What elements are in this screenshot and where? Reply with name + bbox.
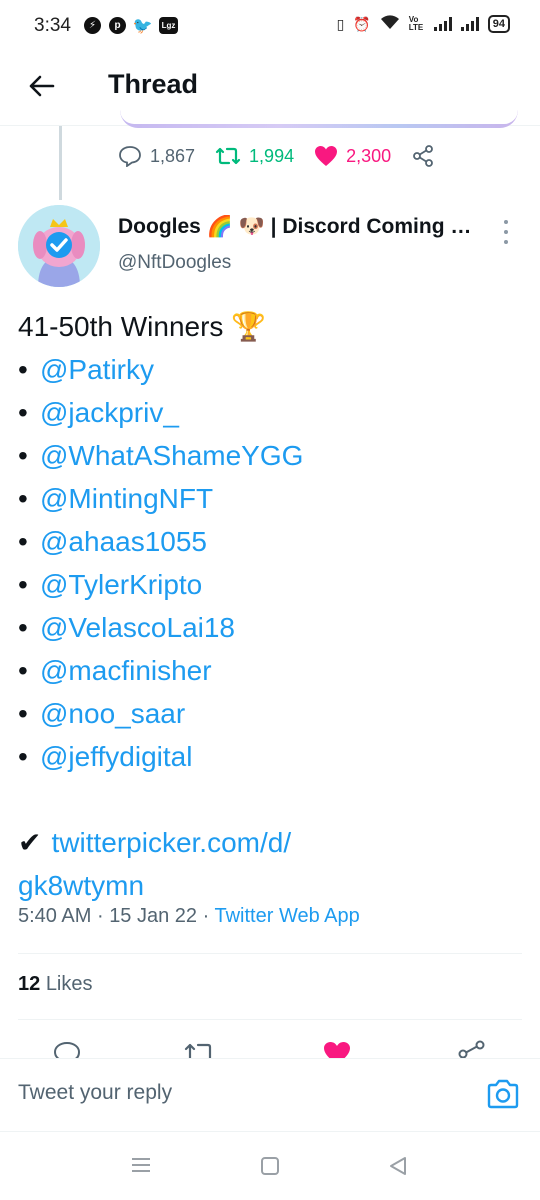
more-dot-icon (504, 220, 508, 224)
winner-mention[interactable]: @WhatAShameYGG (40, 440, 303, 471)
bullet: • (18, 698, 28, 729)
recent-apps-button[interactable] (130, 1156, 152, 1179)
signal-icon (433, 17, 452, 31)
bullet: • (18, 741, 28, 772)
author-name[interactable]: Doogles 🌈 🐶 | Discord Coming … (118, 215, 488, 239)
previous-tweet-actions: 1,867 1,994 2,300 (118, 144, 455, 168)
signal-icon (460, 17, 479, 31)
bullet: • (18, 354, 28, 385)
doogle-avatar-image (18, 205, 100, 287)
battery-indicator: 94 (487, 15, 510, 33)
divider (18, 1019, 522, 1020)
messenger-icon: ⚡ (84, 17, 101, 34)
thread-connector (59, 126, 62, 200)
likes-summary[interactable]: 12 Likes (18, 973, 93, 996)
status-time: 3:34 (34, 15, 71, 36)
retweet-icon (184, 1043, 212, 1058)
back-nav-button[interactable] (388, 1156, 408, 1181)
like-button[interactable]: 2,300 (314, 145, 391, 167)
square-icon (261, 1157, 279, 1175)
winner-mention[interactable]: @jeffydigital (40, 741, 192, 772)
winner-mention[interactable]: @noo_saar (40, 698, 185, 729)
winner-mention[interactable]: @ahaas1055 (40, 526, 207, 557)
heart-icon (315, 146, 338, 166)
reply-count: 1,867 (150, 145, 196, 166)
reply-input[interactable] (18, 1081, 418, 1105)
tweet-source[interactable]: Twitter Web App (214, 905, 359, 927)
retweet-button[interactable] (184, 1040, 216, 1058)
alarm-icon: ⏰ (353, 15, 371, 32)
heart-icon (324, 1042, 350, 1058)
pinterest-icon: p (109, 17, 126, 34)
tweet-date: 15 Jan 22 (109, 905, 198, 927)
menu-icon (132, 1158, 150, 1172)
more-dot-icon (504, 240, 508, 244)
reply-button[interactable] (52, 1040, 82, 1058)
avatar[interactable] (18, 205, 100, 287)
notification-icons: ⚡ p 🐦 Lgz (84, 17, 178, 35)
winner-mention[interactable]: @macfinisher (40, 655, 212, 686)
bullet: • (18, 483, 28, 514)
previous-tweet-media[interactable] (120, 110, 518, 128)
likes-count: 12 (18, 973, 41, 995)
check-mark-icon: ✔ (18, 827, 42, 858)
likes-label: Likes (45, 973, 93, 995)
back-button[interactable] (26, 70, 58, 102)
tweet-link[interactable]: twitterpicker.com/d/ (51, 827, 291, 858)
author-handle[interactable]: @NftDoogles (118, 252, 231, 274)
tweet-link-continued[interactable]: gk8wtymn (18, 870, 144, 901)
wifi-icon (380, 15, 400, 33)
tweet-meta: 5:40 AM · 15 Jan 22 · Twitter Web App (18, 905, 360, 928)
tweet-time: 5:40 AM (18, 905, 92, 927)
twitter-icon: 🐦 (132, 17, 153, 35)
camera-icon (487, 1079, 519, 1109)
bullet: • (18, 526, 28, 557)
volte-icon: Vo LTE (408, 15, 424, 32)
system-nav-bar (0, 1132, 540, 1200)
tweet-actions (0, 1036, 540, 1058)
winner-mention[interactable]: @TylerKripto (40, 569, 202, 600)
camera-button[interactable] (486, 1079, 520, 1109)
divider (18, 953, 522, 954)
winner-mention[interactable]: @jackpriv_ (40, 397, 179, 428)
bullet: • (18, 612, 28, 643)
bullet: • (18, 440, 28, 471)
bullet: • (18, 655, 28, 686)
home-button[interactable] (260, 1156, 280, 1181)
retweet-button[interactable]: 1,994 (215, 145, 294, 167)
winner-mention[interactable]: @VelascoLai18 (40, 612, 235, 643)
app-icon: Lgz (159, 17, 178, 34)
like-button[interactable] (322, 1040, 352, 1058)
more-options-button[interactable] (496, 220, 516, 244)
share-button[interactable] (456, 1040, 486, 1058)
tweet-heading: 41-50th Winners 🏆 (18, 311, 267, 342)
tweet-text: 41-50th Winners 🏆 • @Patirky • @jackpriv_ … (18, 305, 518, 907)
meta-separator: · (96, 905, 104, 927)
vibrate-icon: ▯ (336, 15, 345, 32)
more-dot-icon (504, 230, 508, 234)
bullet: • (18, 397, 28, 428)
system-icons: ▯ ⏰ Vo LTE 94 (337, 15, 510, 33)
retweet-count: 1,994 (249, 145, 295, 166)
winner-mention[interactable]: @Patirky (40, 354, 154, 385)
meta-separator: · (202, 905, 210, 927)
share-button[interactable] (411, 144, 435, 168)
reply-composer (0, 1058, 540, 1132)
like-count: 2,300 (346, 145, 392, 166)
winner-mention[interactable]: @MintingNFT (40, 483, 213, 514)
triangle-back-icon (390, 1157, 406, 1175)
arrow-left-icon (29, 75, 55, 97)
reply-icon (53, 1041, 81, 1058)
share-icon (413, 145, 434, 167)
retweet-icon (215, 147, 241, 165)
reply-icon (119, 146, 141, 167)
page-title: Thread (108, 69, 199, 99)
bullet: • (18, 569, 28, 600)
share-icon (458, 1040, 485, 1058)
reply-button[interactable]: 1,867 (118, 145, 195, 167)
status-bar: 3:34 ⚡ p 🐦 Lgz ▯ ⏰ Vo LTE 94 (0, 0, 540, 56)
